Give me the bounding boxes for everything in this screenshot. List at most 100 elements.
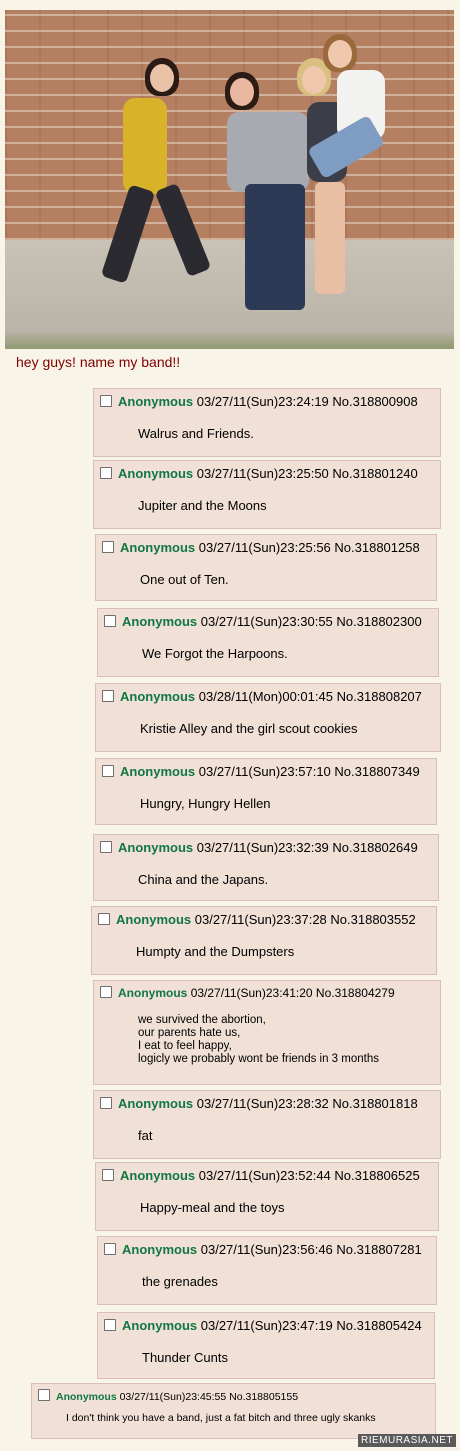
thread-image[interactable] xyxy=(5,10,454,349)
post-date: 03/27/11(Sun)23:56:46 xyxy=(200,1242,333,1257)
post-comment: We Forgot the Harpoons. xyxy=(142,646,288,661)
post-header: Anonymous 03/27/11(Sun)23:52:44 No.31880… xyxy=(102,1168,420,1183)
post-date: 03/27/11(Sun)23:32:39 xyxy=(196,840,329,855)
poster-name: Anonymous xyxy=(120,689,196,704)
post-number-link[interactable]: No.318805424 xyxy=(336,1318,421,1333)
poster-name: Anonymous xyxy=(122,1242,198,1257)
poster-name: Anonymous xyxy=(122,614,198,629)
post-select-checkbox[interactable] xyxy=(102,765,114,777)
post-number-link[interactable]: No.318802300 xyxy=(336,614,421,629)
post-date: 03/27/11(Sun)23:45:55 xyxy=(119,1391,227,1403)
post-header: Anonymous 03/27/11(Sun)23:47:19 No.31880… xyxy=(104,1318,422,1333)
reply-post: Anonymous 03/27/11(Sun)23:37:28 No.31880… xyxy=(91,906,437,975)
poster-name: Anonymous xyxy=(120,540,196,555)
post-header: Anonymous 03/27/11(Sun)23:45:55 No.31880… xyxy=(38,1389,298,1403)
reply-post: Anonymous 03/27/11(Sun)23:56:46 No.31880… xyxy=(97,1236,437,1305)
post-comment: One out of Ten. xyxy=(140,572,229,587)
post-number-link[interactable]: No.318804279 xyxy=(316,986,395,1000)
post-comment: Thunder Cunts xyxy=(142,1350,228,1365)
post-number-link[interactable]: No.318807349 xyxy=(334,764,419,779)
post-comment: Humpty and the Dumpsters xyxy=(136,944,295,959)
post-comment: we survived the abortion, our parents ha… xyxy=(138,1014,379,1065)
reply-post: Anonymous 03/27/11(Sun)23:41:20 No.31880… xyxy=(93,980,441,1085)
poster-name: Anonymous xyxy=(122,1318,198,1333)
post-number-link[interactable]: No.318801258 xyxy=(334,540,419,555)
post-date: 03/27/11(Sun)23:41:20 xyxy=(190,986,313,1000)
poster-name: Anonymous xyxy=(118,466,194,481)
reply-post: Anonymous 03/27/11(Sun)23:47:19 No.31880… xyxy=(97,1312,435,1379)
post-number-link[interactable]: No.318805155 xyxy=(229,1391,298,1403)
reply-post: Anonymous 03/28/11(Mon)00:01:45 No.31880… xyxy=(95,683,441,752)
post-comment: Walrus and Friends. xyxy=(138,426,254,441)
post-select-checkbox[interactable] xyxy=(100,467,112,479)
post-header: Anonymous 03/27/11(Sun)23:25:56 No.31880… xyxy=(102,540,420,555)
post-select-checkbox[interactable] xyxy=(102,690,114,702)
post-select-checkbox[interactable] xyxy=(38,1389,50,1401)
post-comment: Kristie Alley and the girl scout cookies xyxy=(140,721,358,736)
post-date: 03/27/11(Sun)23:28:32 xyxy=(196,1096,329,1111)
poster-name: Anonymous xyxy=(116,912,192,927)
post-select-checkbox[interactable] xyxy=(104,1319,116,1331)
post-comment: Hungry, Hungry Hellen xyxy=(140,796,271,811)
post-number-link[interactable]: No.318808207 xyxy=(337,689,422,704)
reply-post: Anonymous 03/27/11(Sun)23:28:32 No.31880… xyxy=(93,1090,441,1159)
post-header: Anonymous 03/27/11(Sun)23:32:39 No.31880… xyxy=(100,840,418,855)
post-select-checkbox[interactable] xyxy=(100,986,112,998)
poster-name: Anonymous xyxy=(120,1168,196,1183)
reply-post: Anonymous 03/27/11(Sun)23:52:44 No.31880… xyxy=(95,1162,439,1231)
reply-post: Anonymous 03/27/11(Sun)23:57:10 No.31880… xyxy=(95,758,437,825)
post-select-checkbox[interactable] xyxy=(100,841,112,853)
post-select-checkbox[interactable] xyxy=(104,615,116,627)
watermark: RIEMURASIA.NET xyxy=(357,1434,456,1447)
post-header: Anonymous 03/27/11(Sun)23:56:46 No.31880… xyxy=(104,1242,422,1257)
post-select-checkbox[interactable] xyxy=(98,913,110,925)
reply-post: Anonymous 03/27/11(Sun)23:25:56 No.31880… xyxy=(95,534,437,601)
post-date: 03/27/11(Sun)23:25:50 xyxy=(196,466,329,481)
post-date: 03/27/11(Sun)23:57:10 xyxy=(198,764,331,779)
post-header: Anonymous 03/28/11(Mon)00:01:45 No.31880… xyxy=(102,689,422,704)
post-date: 03/28/11(Mon)00:01:45 xyxy=(198,689,333,704)
post-comment: China and the Japans. xyxy=(138,872,269,887)
thread-subject: hey guys! name my band!! xyxy=(16,354,181,370)
post-date: 03/27/11(Sun)23:24:19 xyxy=(196,394,329,409)
reply-post: Anonymous 03/27/11(Sun)23:24:19 No.31880… xyxy=(93,388,441,457)
post-date: 03/27/11(Sun)23:47:19 xyxy=(200,1318,333,1333)
post-number-link[interactable]: No.318807281 xyxy=(336,1242,421,1257)
poster-name: Anonymous xyxy=(118,1096,194,1111)
post-number-link[interactable]: No.318801240 xyxy=(332,466,417,481)
post-header: Anonymous 03/27/11(Sun)23:25:50 No.31880… xyxy=(100,466,418,481)
post-comment: Jupiter and the Moons xyxy=(138,498,267,513)
post-select-checkbox[interactable] xyxy=(100,395,112,407)
poster-name: Anonymous xyxy=(118,986,188,1000)
post-comment: fat xyxy=(138,1128,153,1143)
reply-post: Anonymous 03/27/11(Sun)23:32:39 No.31880… xyxy=(93,834,439,901)
post-date: 03/27/11(Sun)23:52:44 xyxy=(198,1168,331,1183)
reply-post: Anonymous 03/27/11(Sun)23:45:55 No.31880… xyxy=(31,1383,436,1439)
poster-name: Anonymous xyxy=(118,840,194,855)
post-header: Anonymous 03/27/11(Sun)23:30:55 No.31880… xyxy=(104,614,422,629)
post-header: Anonymous 03/27/11(Sun)23:57:10 No.31880… xyxy=(102,764,420,779)
post-number-link[interactable]: No.318803552 xyxy=(330,912,415,927)
post-header: Anonymous 03/27/11(Sun)23:37:28 No.31880… xyxy=(98,912,416,927)
post-header: Anonymous 03/27/11(Sun)23:41:20 No.31880… xyxy=(100,986,395,1000)
post-select-checkbox[interactable] xyxy=(104,1243,116,1255)
post-select-checkbox[interactable] xyxy=(102,541,114,553)
post-date: 03/27/11(Sun)23:30:55 xyxy=(200,614,333,629)
post-number-link[interactable]: No.318802649 xyxy=(332,840,417,855)
post-comment: the grenades xyxy=(142,1274,218,1289)
post-number-link[interactable]: No.318806525 xyxy=(334,1168,419,1183)
reply-post: Anonymous 03/27/11(Sun)23:25:50 No.31880… xyxy=(93,460,441,529)
poster-name: Anonymous xyxy=(118,394,194,409)
poster-name: Anonymous xyxy=(56,1391,117,1403)
post-number-link[interactable]: No.318801818 xyxy=(332,1096,417,1111)
post-select-checkbox[interactable] xyxy=(102,1169,114,1181)
post-date: 03/27/11(Sun)23:25:56 xyxy=(198,540,331,555)
post-date: 03/27/11(Sun)23:37:28 xyxy=(194,912,327,927)
post-comment: Happy-meal and the toys xyxy=(140,1200,285,1215)
post-header: Anonymous 03/27/11(Sun)23:24:19 No.31880… xyxy=(100,394,418,409)
post-header: Anonymous 03/27/11(Sun)23:28:32 No.31880… xyxy=(100,1096,418,1111)
post-number-link[interactable]: No.318800908 xyxy=(332,394,417,409)
post-select-checkbox[interactable] xyxy=(100,1097,112,1109)
poster-name: Anonymous xyxy=(120,764,196,779)
post-comment: I don't think you have a band, just a fa… xyxy=(66,1412,376,1424)
